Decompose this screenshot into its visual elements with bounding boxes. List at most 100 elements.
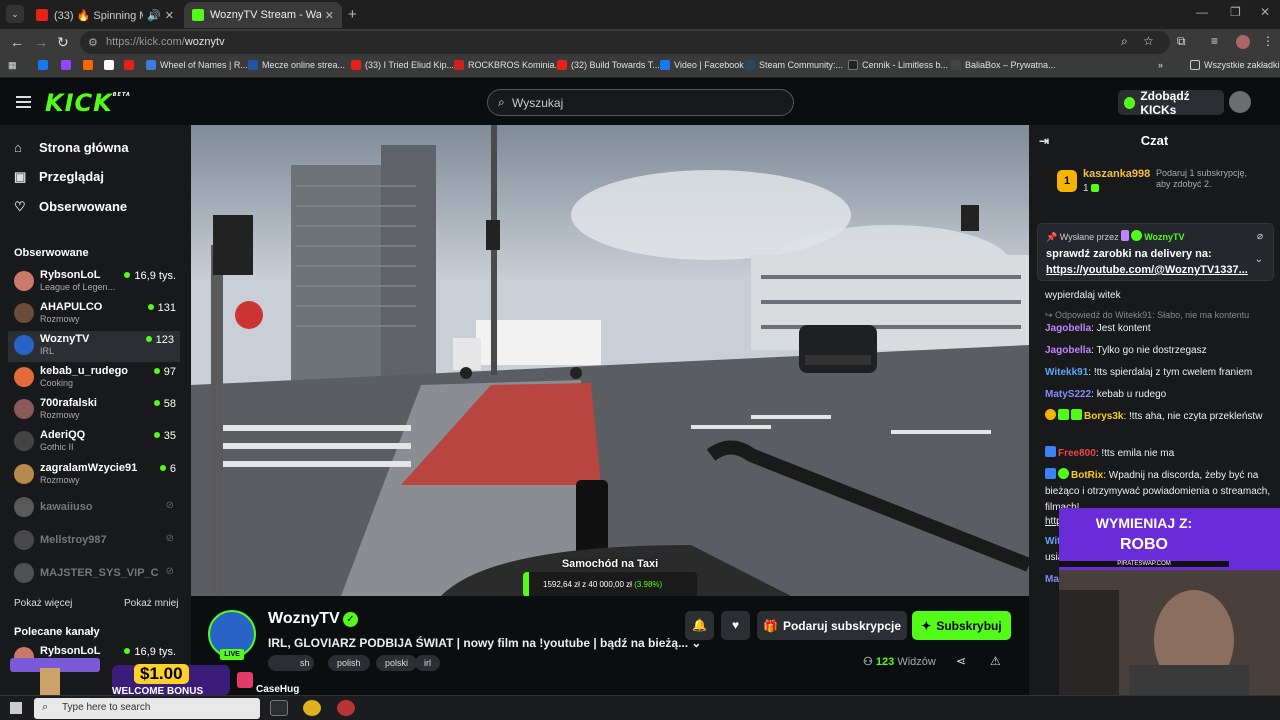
close-tab-icon[interactable]: ✕ [325, 9, 334, 22]
all-bookmarks-folder[interactable]: Wszystkie zakładki [1190, 60, 1280, 70]
collapse-chat-icon[interactable]: ⇥ [1039, 125, 1049, 157]
facebook-icon [38, 60, 48, 70]
nav-home[interactable]: ⌂ Strona główna [14, 140, 129, 155]
kick-logo[interactable]: KICKBETA [45, 89, 131, 117]
pinned-link[interactable]: https://youtube.com/@WoznyTV1337... [1046, 264, 1251, 276]
user-avatar[interactable] [1229, 91, 1251, 113]
bookmark-x[interactable] [104, 60, 118, 70]
viewer-count: ⚇ 123 Widzów [863, 656, 936, 668]
youtube-icon [557, 60, 567, 70]
bookmark-mail[interactable] [124, 60, 138, 70]
bookmark-steam[interactable]: Steam Community:... [745, 60, 843, 70]
unpin-icon[interactable]: ⌀ [1257, 231, 1263, 242]
offline-channel[interactable]: kawaiiuso ⊘ [14, 493, 182, 524]
followed-channel[interactable]: 700rafalski Rozmowy 58 [14, 395, 182, 426]
taskbar-search-input[interactable]: ⌕ Type here to search [34, 698, 260, 719]
gift-sub-button[interactable]: 🎁 Podaruj subskrypcje [757, 611, 907, 640]
bookmark-twitch[interactable] [61, 60, 75, 70]
offline-channel[interactable]: MAJSTER_SYS_VIP_C ⊘ [14, 559, 182, 590]
extensions-icon[interactable]: ⧉ [1177, 34, 1186, 49]
url-bar[interactable]: ⚙ https://kick.com/woznytv [80, 31, 1170, 54]
follow-heart-button[interactable]: ♥ [721, 611, 750, 640]
close-tab-icon[interactable]: ✕ [165, 9, 174, 22]
followed-channel-active[interactable]: WoznyTV IRL 123 [8, 331, 180, 362]
site-info-icon[interactable]: ⚙ [88, 36, 98, 49]
tag-irl[interactable]: irl [415, 655, 440, 671]
windows-start-icon[interactable] [10, 702, 22, 714]
verified-icon: ✓ [343, 612, 358, 627]
chat-header: ⇥ Czat [1029, 125, 1280, 157]
video-player[interactable] [191, 125, 1029, 596]
more-menu-icon[interactable]: ⋮ [1262, 34, 1274, 48]
bookmark-ahrefs[interactable] [83, 60, 97, 70]
search-input[interactable]: ⌕ Wyszukaj [487, 89, 794, 116]
kick-header: KICKBETA ⌕ Wyszukaj Zdobądź KICKs [0, 79, 1280, 125]
profile-avatar-icon[interactable] [1236, 35, 1250, 49]
browser-tab-spinning-music[interactable]: (33) 🔥 Spinning Music – In 🔊 ✕ [28, 2, 182, 28]
offline-icon: ⊘ [165, 566, 174, 577]
followed-channel[interactable]: AHAPULCO Rozmowy 131 [14, 299, 182, 330]
streamer-name[interactable]: WoznyTV [268, 610, 340, 628]
bookmarks-overflow-icon[interactable]: » [1158, 60, 1163, 70]
followed-channel[interactable]: zagralamWzycie91 Rozmowy 6 [14, 460, 182, 491]
stream-title: IRL, GLOVIARZ PODBIJA ŚWIAT | nowy film … [268, 636, 702, 650]
nav-browse[interactable]: ▣ Przeglądaj [14, 169, 104, 184]
nav-following[interactable]: ♡ Obserwowane [14, 199, 127, 214]
share-icon[interactable]: ⋖ [956, 654, 966, 668]
zoom-icon[interactable]: ⌕ [1121, 34, 1128, 49]
bonus-amount: $1.00 [134, 664, 189, 684]
bookmark-baliabox[interactable]: BaliaBox – Prywatna... [951, 60, 1056, 70]
bookmark-youtube-eliud[interactable]: (33) I Tried Eliud Kip... [351, 60, 454, 70]
goal-title: Samochód na Taxi [561, 558, 659, 570]
report-icon[interactable]: ⚠ [990, 654, 1001, 668]
gift-prompt[interactable]: Podaruj 1 subskrypcję, aby zdobyć 2. [1156, 168, 1251, 190]
viewer-count: 16,9 tys. [124, 270, 176, 282]
bookmark-icon [454, 60, 464, 70]
bookmark-cennik[interactable]: Cennik - Limitless b... [848, 60, 948, 70]
chrome-icon[interactable] [303, 700, 321, 716]
menu-icon[interactable] [16, 96, 31, 108]
star-icon: ✦ [921, 618, 932, 633]
followed-channel[interactable]: AderiQQ Gothic II 35 [14, 427, 182, 458]
bookmark-wheel-of-names[interactable]: Wheel of Names | R... [146, 60, 248, 70]
apps-icon[interactable]: ▦ [8, 60, 17, 71]
media-control-icon[interactable]: ≡ [1211, 34, 1218, 48]
subscribe-button[interactable]: ✦ Subskrybuj [912, 611, 1011, 640]
bookmark-rockbros[interactable]: ROCKBROS Kominia... [454, 60, 562, 70]
minimize-icon[interactable]: — [1196, 5, 1208, 19]
reload-icon[interactable]: ↻ [57, 34, 69, 51]
back-icon[interactable]: ← [10, 34, 24, 50]
leader-name[interactable]: kaszanka998 [1083, 168, 1150, 180]
forward-icon[interactable]: → [34, 34, 48, 50]
show-more-link[interactable]: Pokaż więcej [14, 598, 72, 609]
browser-tab-woznytv[interactable]: WoznyTV Stream - Watch Live o ✕ [184, 2, 342, 28]
close-window-icon[interactable]: ✕ [1260, 5, 1270, 19]
tag-polski[interactable]: polski [376, 655, 418, 671]
bookmark-facebook[interactable] [38, 60, 52, 70]
followed-channel[interactable]: RybsonLoL League of Legen... 16,9 tys. [14, 267, 182, 298]
notification-bell-button[interactable]: 🔔 [685, 611, 714, 640]
verified-icon [1131, 230, 1143, 241]
goal-progress-text: 1592,64 zł z 40 000,00 zł [543, 580, 632, 589]
bookmark-star-icon[interactable]: ☆ [1143, 34, 1154, 48]
offline-channel[interactable]: Mellstroy987 ⊘ [14, 526, 182, 557]
speaker-icon[interactable]: 🔊 [147, 9, 161, 22]
chevron-down-icon[interactable]: ⌄ [1255, 254, 1263, 265]
wheel-icon [146, 60, 156, 70]
terminal-icon[interactable] [270, 700, 288, 716]
bookmark-youtube-build[interactable]: (32) Build Towards T... [557, 60, 660, 70]
pistol-image [10, 658, 100, 695]
tab-search-button[interactable]: ⌄ [6, 5, 24, 23]
app-icon[interactable] [337, 700, 355, 716]
new-tab-button[interactable]: + [348, 6, 357, 23]
followed-channel[interactable]: kebab_u_rudego Cooking 97 [14, 363, 182, 394]
steam-icon [745, 60, 755, 70]
show-less-link[interactable]: Pokaż mniej [124, 598, 178, 609]
bookmark-mecze[interactable]: Mecze online strea... [248, 60, 345, 70]
folder-icon [1190, 60, 1200, 70]
get-kicks-button[interactable]: Zdobądź KICKs [1118, 89, 1224, 117]
restore-icon[interactable]: ❐ [1230, 5, 1241, 19]
bookmark-facebook-video[interactable]: Video | Facebook [660, 60, 744, 70]
search-icon: ⌕ [498, 95, 505, 109]
tag-polish[interactable]: polish [328, 655, 370, 671]
